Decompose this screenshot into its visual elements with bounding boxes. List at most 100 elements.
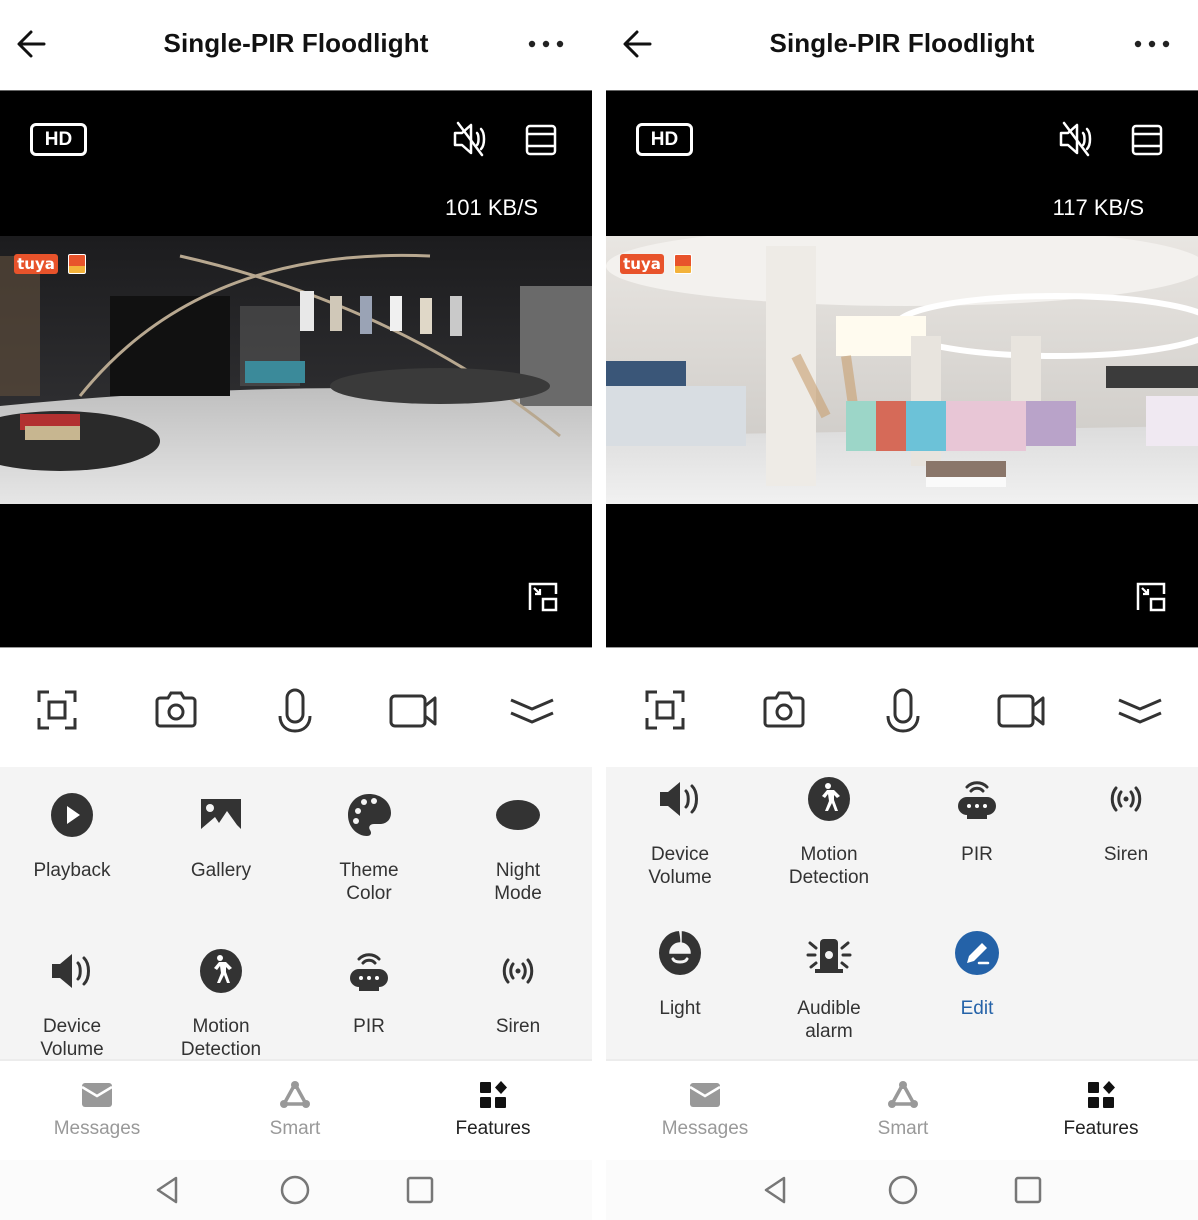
speaker-icon xyxy=(52,954,90,988)
layout-icon[interactable] xyxy=(522,121,560,159)
quality-hd-button[interactable]: HD xyxy=(636,123,693,156)
camera-icon[interactable] xyxy=(152,686,200,734)
broadcast-icon xyxy=(502,958,534,984)
microphone-icon[interactable] xyxy=(879,686,927,734)
microphone-icon[interactable] xyxy=(271,686,319,734)
tuya-app-badge xyxy=(68,254,86,274)
triangle-back-icon[interactable] xyxy=(152,1174,184,1206)
tab-smart[interactable]: Smart xyxy=(196,1080,394,1140)
camera-scene-image xyxy=(606,236,1198,504)
tab-label: Features xyxy=(1063,1118,1139,1139)
feature-gallery[interactable]: Gallery xyxy=(147,791,295,882)
feature-motion-detection[interactable]: Motion Detection xyxy=(755,775,903,889)
features-grid: Device Volume Motion Detection PIR Siren… xyxy=(606,767,1198,1061)
chevron-double-down-icon[interactable] xyxy=(508,686,556,734)
feature-audible-alarm[interactable]: Audible alarm xyxy=(755,929,903,1043)
feature-motion-detection[interactable]: Motion Detection xyxy=(147,947,295,1061)
feature-playback[interactable]: Playback xyxy=(0,791,146,882)
walking-person-icon xyxy=(200,949,242,993)
picture-in-picture-icon[interactable] xyxy=(1135,581,1167,613)
tab-messages[interactable]: Messages xyxy=(0,1080,196,1140)
tab-smart[interactable]: Smart xyxy=(804,1080,1002,1140)
chevron-double-down-icon[interactable] xyxy=(1116,686,1164,734)
square-recents-icon[interactable] xyxy=(1012,1174,1044,1206)
envelope-icon xyxy=(689,1083,721,1107)
data-rate: 117 KB/S xyxy=(1052,195,1144,220)
feature-pir[interactable]: PIR xyxy=(903,775,1051,866)
tab-messages[interactable]: Messages xyxy=(606,1080,804,1140)
feature-label: Edit xyxy=(960,998,994,1019)
feature-label: Siren xyxy=(495,1016,541,1037)
lamp-icon xyxy=(659,930,701,975)
layout-icon[interactable] xyxy=(1128,121,1166,159)
camera-icon[interactable] xyxy=(760,686,808,734)
feature-label: Motion Detection xyxy=(180,1016,262,1060)
feature-label: Audible alarm xyxy=(797,998,861,1042)
feature-label: PIR xyxy=(961,844,993,865)
features-grid: Playback Gallery Theme Color Night Mode … xyxy=(0,767,592,1061)
app-header: Single-PIR Floodlight xyxy=(606,0,1198,90)
system-navigation-bar xyxy=(0,1160,592,1220)
tuya-watermark: tuya xyxy=(14,254,58,274)
triangle-back-icon[interactable] xyxy=(760,1174,792,1206)
scan-frame-icon[interactable] xyxy=(33,686,81,734)
feature-label: PIR xyxy=(353,1016,385,1037)
bottom-tab-bar: Messages Smart Features xyxy=(606,1062,1198,1160)
feature-theme-color[interactable]: Theme Color xyxy=(295,791,443,905)
speaker-muted-icon[interactable] xyxy=(1056,119,1098,159)
feature-siren[interactable]: Siren xyxy=(1052,775,1198,866)
feature-label: Light xyxy=(659,998,701,1019)
palette-icon xyxy=(348,794,391,836)
video-camera-icon[interactable] xyxy=(997,686,1045,734)
play-circle-icon xyxy=(51,793,93,837)
picture-in-picture-icon[interactable] xyxy=(527,581,559,613)
feature-device-volume[interactable]: Device Volume xyxy=(606,775,754,889)
pir-sensor-icon xyxy=(958,781,996,819)
feature-siren[interactable]: Siren xyxy=(444,947,592,1038)
tab-label: Smart xyxy=(877,1118,929,1139)
circle-home-icon[interactable] xyxy=(279,1174,311,1206)
scan-frame-icon[interactable] xyxy=(641,686,689,734)
square-recents-icon[interactable] xyxy=(404,1174,436,1206)
grid-features-icon xyxy=(1088,1081,1115,1108)
tab-label: Messages xyxy=(53,1118,141,1139)
camera-feed: tuya xyxy=(0,236,592,504)
feature-light[interactable]: Light xyxy=(606,929,754,1020)
feature-label: Night Mode xyxy=(494,860,542,904)
smart-nodes-icon xyxy=(280,1081,310,1108)
broadcast-icon xyxy=(1110,786,1142,812)
circle-home-icon[interactable] xyxy=(887,1174,919,1206)
live-video-player[interactable]: HD 117 KB/S tuya xyxy=(606,90,1198,647)
tuya-app-badge xyxy=(674,254,692,274)
more-horizontal-icon[interactable] xyxy=(526,32,570,56)
quality-hd-button[interactable]: HD xyxy=(30,123,87,156)
alarm-beacon-icon xyxy=(806,939,852,973)
video-controls-bar xyxy=(606,647,1198,767)
tab-features[interactable]: Features xyxy=(1002,1080,1198,1140)
feature-label: Playback xyxy=(33,860,111,881)
tab-features[interactable]: Features xyxy=(394,1080,592,1140)
tab-label: Messages xyxy=(661,1118,749,1139)
data-rate: 101 KB/S xyxy=(445,195,538,220)
screen-left: Single-PIR Floodlight HD 101 KB/S tuya P… xyxy=(0,0,592,1220)
feature-device-volume[interactable]: Device Volume xyxy=(0,947,146,1061)
page-title: Single-PIR Floodlight xyxy=(163,28,429,58)
tab-label: Features xyxy=(455,1118,531,1139)
page-title: Single-PIR Floodlight xyxy=(769,28,1035,58)
bottom-tab-bar: Messages Smart Features xyxy=(0,1062,592,1160)
edit-pencil-icon xyxy=(955,931,999,975)
night-eye-icon xyxy=(496,800,540,830)
envelope-icon xyxy=(81,1083,113,1107)
feature-pir[interactable]: PIR xyxy=(295,947,443,1038)
app-header: Single-PIR Floodlight xyxy=(0,0,592,90)
grid-features-icon xyxy=(480,1081,507,1108)
more-horizontal-icon[interactable] xyxy=(1132,32,1176,56)
feature-label: Gallery xyxy=(190,860,252,881)
camera-scene-image xyxy=(0,236,592,504)
camera-feed: tuya xyxy=(606,236,1198,504)
feature-night-mode[interactable]: Night Mode xyxy=(444,791,592,905)
live-video-player[interactable]: HD 101 KB/S tuya xyxy=(0,90,592,647)
video-camera-icon[interactable] xyxy=(389,686,437,734)
speaker-muted-icon[interactable] xyxy=(450,119,492,159)
feature-edit[interactable]: Edit xyxy=(903,929,1051,1020)
